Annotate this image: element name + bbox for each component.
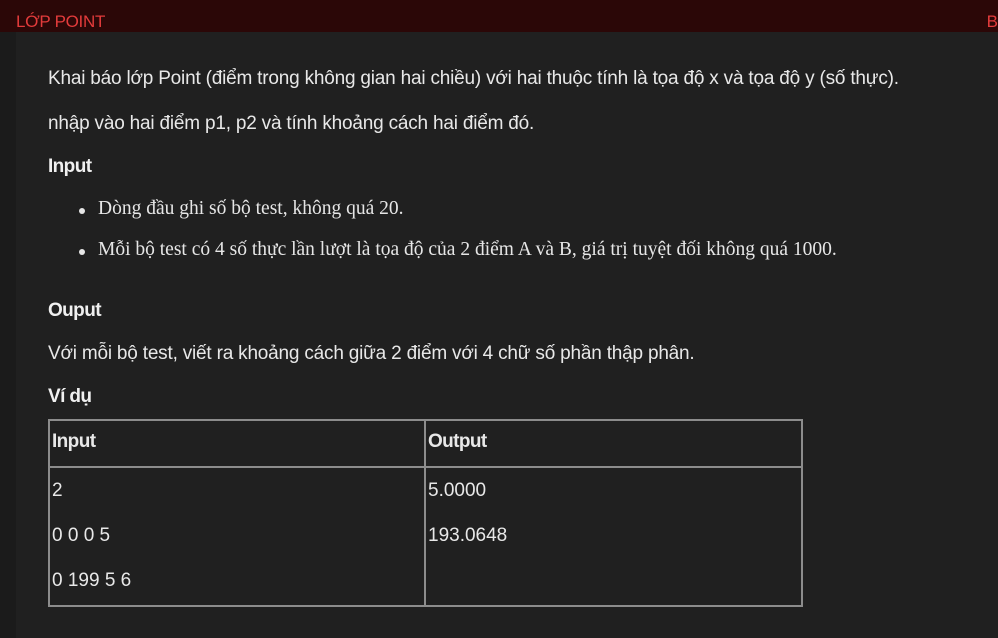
input-cell: 2 0 0 0 5 0 199 5 6	[48, 466, 426, 607]
example-table: Input Output 2 0 0 0 5 0 199 5 6 5.0000 …	[48, 419, 803, 607]
top-bar: LỚP POINT B	[0, 0, 998, 32]
input-heading: Input	[48, 156, 92, 177]
table-row: 2 0 0 0 5 0 199 5 6 5.0000 193.0648	[48, 466, 803, 607]
intro-line-1: Khai báo lớp Point (điểm trong không gia…	[48, 68, 899, 89]
output-cell: 5.0000 193.0648	[424, 466, 803, 607]
input-list: Dòng đầu ghi số bộ test, không quá 20. M…	[48, 198, 837, 280]
output-description: Với mỗi bộ test, viết ra khoảng cách giữ…	[48, 343, 695, 364]
table-header-input: Input	[48, 419, 426, 468]
list-item: Mỗi bộ test có 4 số thực lần lượt là tọa…	[48, 239, 837, 280]
example-heading: Ví dụ	[48, 386, 92, 407]
table-header-output: Output	[424, 419, 803, 468]
output-line: 193.0648	[428, 525, 508, 546]
input-line: 0 199 5 6	[52, 570, 132, 591]
problem-title: LỚP POINT	[16, 12, 106, 31]
top-bar-right-text: B	[986, 12, 998, 31]
intro-line-2: nhập vào hai điểm p1, p2 và tính khoảng …	[48, 113, 535, 134]
input-line: 0 0 0 5	[52, 525, 111, 546]
output-line: 5.0000	[428, 480, 487, 501]
problem-statement: Khai báo lớp Point (điểm trong không gia…	[16, 32, 998, 638]
list-item: Dòng đầu ghi số bộ test, không quá 20.	[48, 198, 837, 239]
input-line: 2	[52, 480, 63, 501]
output-heading: Ouput	[48, 300, 102, 321]
table-header-row: Input Output	[48, 419, 803, 468]
